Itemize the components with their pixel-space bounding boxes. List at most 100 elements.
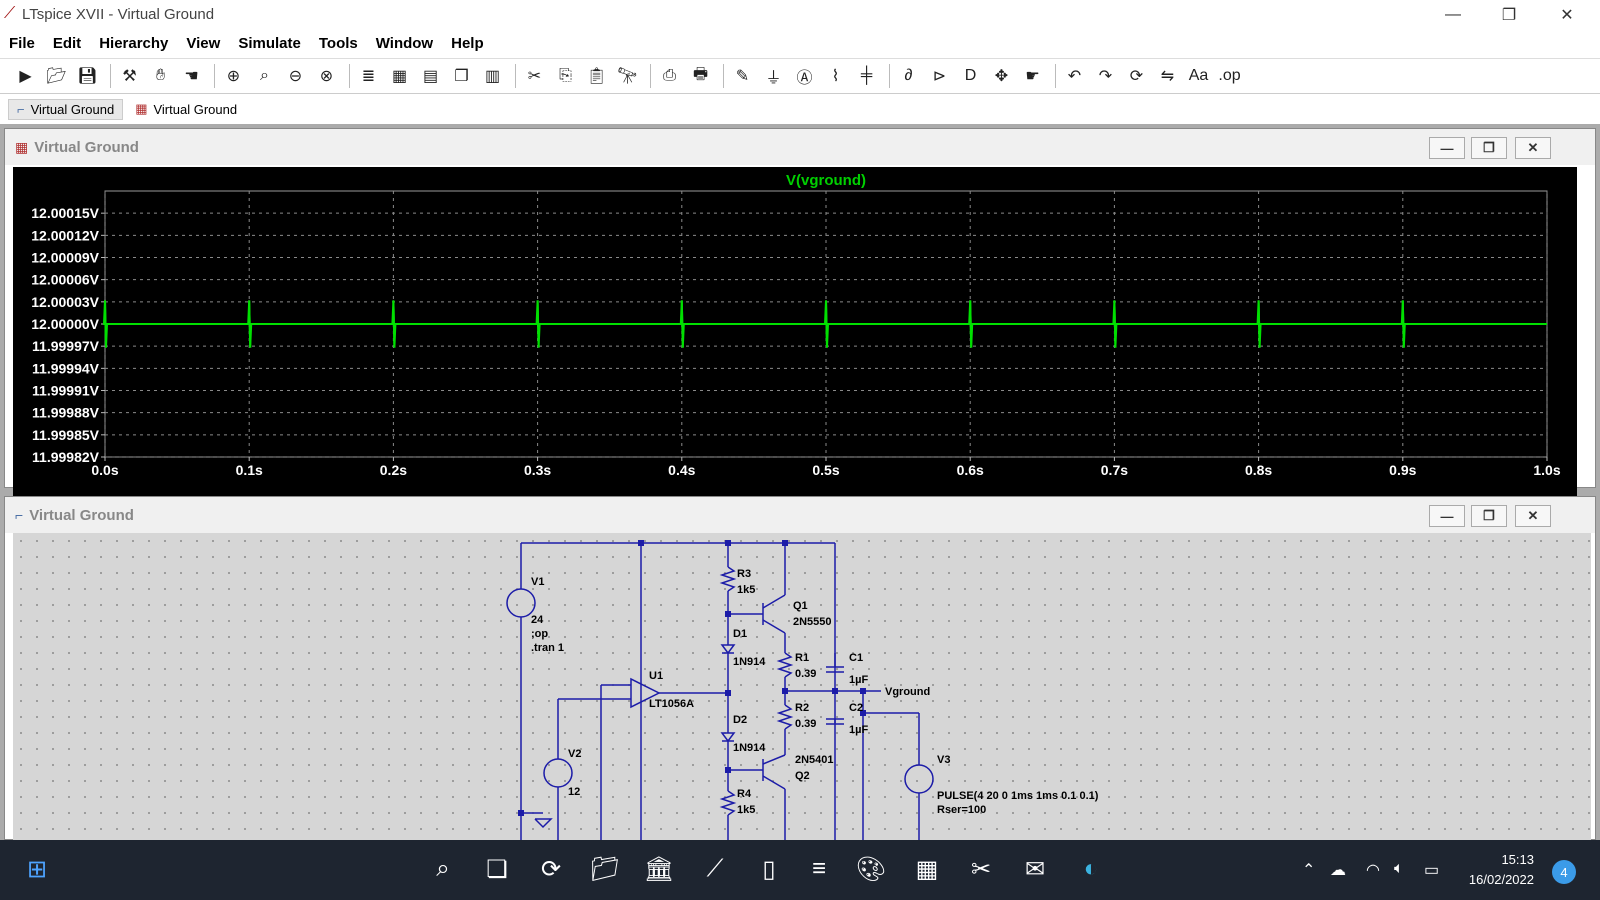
y-tick-label: 11.99985V <box>32 427 100 443</box>
text-icon[interactable]: Aa <box>1185 63 1212 90</box>
waveform-window: ▦ Virtual Ground — ❐ ✕ 12.00015V 12.00012… <box>4 128 1596 497</box>
label-net-icon[interactable]: Ⓐ <box>791 63 818 90</box>
tile-horizontal-icon[interactable]: ▤ <box>417 63 444 90</box>
v2-value: 12 <box>568 786 580 798</box>
menu-file[interactable]: File <box>0 35 44 52</box>
diode-icon[interactable]: ⊳ <box>926 63 953 90</box>
move-icon[interactable]: ✥ <box>988 63 1015 90</box>
zoom-in-icon[interactable]: ⊕ <box>220 63 247 90</box>
control-panel-icon[interactable]: ⚒ <box>116 63 143 90</box>
menu-view[interactable]: View <box>177 35 229 52</box>
undo-icon[interactable]: ↶ <box>1061 63 1088 90</box>
waveform-plot[interactable]: 12.00015V 12.00012V 12.00009V 12.00006V 12.0… <box>13 167 1577 497</box>
zoom-out-icon[interactable]: ⊖ <box>282 63 309 90</box>
rotate-icon[interactable]: ⟳ <box>1123 63 1150 90</box>
open-icon[interactable]: 📂︎ <box>43 63 70 90</box>
x-tick-label: 0.1s <box>236 462 263 478</box>
q2-label: Q2 <box>795 770 810 782</box>
zoom-area-icon[interactable]: ⌕ <box>251 63 278 90</box>
save-icon[interactable]: 💾︎ <box>74 63 101 90</box>
tab-label: Virtual Ground <box>30 101 115 117</box>
component-icon[interactable]: D <box>957 63 984 90</box>
mail-icon[interactable]: ✉ <box>1016 850 1054 888</box>
wire-icon[interactable]: ✎ <box>729 63 756 90</box>
net-label-vground[interactable]: Vground <box>885 686 930 698</box>
document-tabs: ⌐ Virtual Ground ▦ Virtual Ground <box>0 96 1600 122</box>
task-view-icon[interactable]: ❏ <box>478 850 516 888</box>
menu-help[interactable]: Help <box>442 35 493 52</box>
tran-directive[interactable]: .tran 1 <box>531 642 564 654</box>
autorange-icon[interactable]: ≣ <box>355 63 382 90</box>
menu-tools[interactable]: Tools <box>310 35 367 52</box>
capacitor-icon[interactable]: ╪ <box>853 63 880 90</box>
grid-icon[interactable]: ▦ <box>386 63 413 90</box>
menu-hierarchy[interactable]: Hierarchy <box>90 35 177 52</box>
cascade-icon[interactable]: ❐ <box>448 63 475 90</box>
tile-vertical-icon[interactable]: ▥ <box>479 63 506 90</box>
wifi-icon[interactable]: ◠ <box>1366 860 1380 880</box>
halt-icon[interactable]: ✋︎ <box>147 63 174 90</box>
v3-label: V3 <box>937 754 950 766</box>
calculator-icon[interactable]: ▦ <box>908 850 946 888</box>
start-icon[interactable]: ⊞ <box>18 850 56 888</box>
pan-hand-icon[interactable]: ☚ <box>178 63 205 90</box>
child-maximize-button[interactable]: ❐ <box>1471 505 1507 527</box>
menu-window[interactable]: Window <box>367 35 442 52</box>
battery-icon[interactable]: ▭ <box>1424 860 1439 880</box>
ground-icon[interactable]: ⏚ <box>760 63 787 90</box>
find-icon[interactable]: 🔭︎ <box>614 63 641 90</box>
cloud-icon[interactable]: ☁ <box>1330 860 1346 880</box>
r4-label: R4 <box>737 788 752 800</box>
notes-icon[interactable]: ≡ <box>800 850 838 888</box>
child-close-button[interactable]: ✕ <box>1515 505 1551 527</box>
spice-directive-icon[interactable]: .op <box>1216 63 1243 90</box>
library-icon[interactable]: 🏛︎ <box>640 850 678 888</box>
snipping-tool-icon[interactable]: ✂ <box>962 850 1000 888</box>
c1-label: C1 <box>849 652 863 664</box>
notification-badge[interactable]: 4 <box>1552 860 1576 884</box>
child-minimize-button[interactable]: — <box>1429 505 1465 527</box>
tab-waveform[interactable]: ▦ Virtual Ground <box>127 99 245 119</box>
print-setup-icon[interactable]: ⎙ <box>656 63 683 90</box>
copy-icon[interactable]: ⎘ <box>552 63 579 90</box>
refresh-icon[interactable]: ⟳ <box>532 850 570 888</box>
paste-icon[interactable]: 📋︎ <box>583 63 610 90</box>
schematic-window-title: Virtual Ground <box>29 506 134 524</box>
child-close-button[interactable]: ✕ <box>1515 137 1551 159</box>
taskbar-clock[interactable]: 15:13 16/02/2022 <box>1444 850 1534 890</box>
child-maximize-button[interactable]: ❐ <box>1471 137 1507 159</box>
u1-label: U1 <box>649 670 663 682</box>
ltspice-logo-icon: ⟋ <box>4 5 16 22</box>
waveform-icon: ▦ <box>135 101 148 116</box>
file-explorer-icon[interactable]: 📁︎ <box>586 850 624 888</box>
chevron-up-icon[interactable]: ⌃ <box>1302 860 1315 880</box>
drag-icon[interactable]: ☛ <box>1019 63 1046 90</box>
menu-edit[interactable]: Edit <box>44 35 90 52</box>
volume-icon[interactable]: 🔈︎ <box>1394 860 1404 878</box>
zoom-fit-icon[interactable]: ⊗ <box>313 63 340 90</box>
ltspice-icon[interactable]: ⟋ <box>696 850 734 888</box>
paint-icon[interactable]: 🎨︎ <box>852 850 890 888</box>
op-directive[interactable]: ;op <box>531 628 548 640</box>
maximize-button[interactable]: ❐ <box>1486 0 1532 30</box>
x-tick-label: 0.3s <box>524 462 551 478</box>
mirror-icon[interactable]: ⇋ <box>1154 63 1181 90</box>
menu-simulate[interactable]: Simulate <box>229 35 310 52</box>
child-minimize-button[interactable]: — <box>1429 137 1465 159</box>
inductor-icon[interactable]: ∂ <box>895 63 922 90</box>
resistor-icon[interactable]: ⌇ <box>822 63 849 90</box>
minimize-button[interactable]: — <box>1430 0 1476 30</box>
tab-schematic[interactable]: ⌐ Virtual Ground <box>8 98 124 120</box>
print-icon[interactable]: 🖶︎ <box>687 63 714 90</box>
d2-label: D2 <box>733 714 747 726</box>
x-tick-label: 0.0s <box>91 462 118 478</box>
search-icon[interactable]: ⌕ <box>424 850 462 888</box>
cut-icon[interactable]: ✂ <box>521 63 548 90</box>
close-button[interactable]: ✕ <box>1544 0 1590 30</box>
run-icon[interactable]: ▶ <box>12 63 39 90</box>
redo-icon[interactable]: ↷ <box>1092 63 1119 90</box>
notepad-icon[interactable]: ▯ <box>750 850 788 888</box>
edge-icon[interactable]: ◐ <box>1072 850 1110 888</box>
schematic-icon: ⌐ <box>17 101 25 117</box>
schematic-canvas[interactable]: V1 24 ;op .tran 1 V2 12 U1 LT1056A R3 1k… <box>13 533 1591 853</box>
